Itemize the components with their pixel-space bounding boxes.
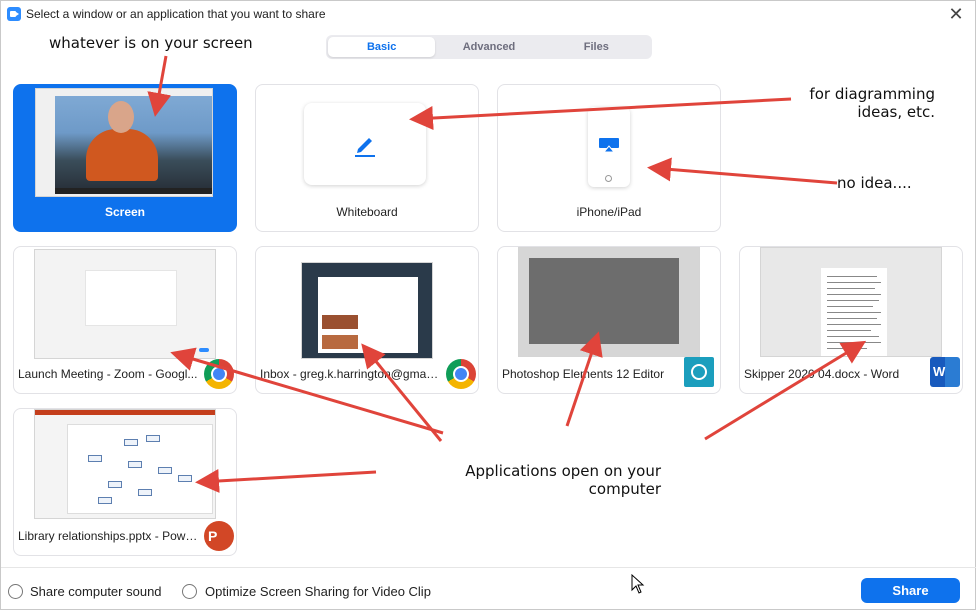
share-screen-dialog: Select a window or an application that y…	[0, 0, 976, 610]
chrome-icon	[446, 359, 476, 389]
tile-label-app: Library relationships.pptx - Powe...	[18, 529, 198, 543]
tab-basic[interactable]: Basic	[328, 37, 436, 57]
tile-label-app: Skipper 2020 04.docx - Word	[744, 367, 900, 381]
tile-app-zoom-chrome[interactable]: Launch Meeting - Zoom - Googl...	[13, 246, 237, 394]
app-thumbnail	[34, 249, 216, 359]
launch-page-card	[85, 270, 177, 326]
share-button[interactable]: Share	[861, 578, 960, 603]
annotation-iphone: no idea....	[837, 174, 912, 192]
annotation-whiteboard-line2: ideas, etc.	[857, 103, 935, 121]
video-control-bar	[55, 188, 212, 194]
chrome-icon	[204, 359, 234, 389]
launch-button-preview	[199, 348, 209, 352]
ribbon-preview	[35, 410, 215, 415]
close-button[interactable]: ✕	[945, 3, 967, 25]
tile-label-iphone: iPhone/iPad	[576, 205, 642, 219]
annotation-whiteboard-line1: for diagramming	[809, 85, 935, 103]
photoshop-canvas-preview	[529, 258, 679, 344]
phone-graphic	[588, 107, 630, 187]
app-thumbnail	[301, 262, 433, 359]
app-thumbnail	[518, 247, 700, 357]
tab-advanced[interactable]: Advanced	[435, 37, 542, 57]
tile-app-gmail-chrome[interactable]: Inbox - greg.k.harrington@gmail....	[255, 246, 479, 394]
zoom-app-icon	[7, 7, 21, 21]
email-image-preview	[322, 335, 358, 349]
tile-label-app: Photoshop Elements 12 Editor	[502, 367, 665, 381]
optimize-video-checkbox[interactable]	[182, 584, 197, 599]
powerpoint-icon: P	[204, 521, 234, 551]
mouse-cursor-icon	[631, 574, 645, 594]
optimize-video-label[interactable]: Optimize Screen Sharing for Video Clip	[205, 584, 431, 599]
share-tabs: Basic Advanced Files	[326, 35, 652, 59]
airplay-icon	[599, 138, 619, 153]
person-head	[108, 101, 134, 133]
tile-app-word[interactable]: Skipper 2020 04.docx - Word W	[739, 246, 963, 394]
tile-app-photoshop[interactable]: Photoshop Elements 12 Editor	[497, 246, 721, 394]
app-thumbnail	[760, 247, 942, 357]
annotation-screen: whatever is on your screen	[49, 34, 253, 52]
annotation-apps-line1: Applications open on your	[465, 462, 661, 480]
app-thumbnail	[34, 409, 216, 519]
tile-iphone-ipad[interactable]: iPhone/iPad	[497, 84, 721, 232]
slide-preview	[67, 424, 213, 514]
tile-screen[interactable]: Screen	[13, 84, 237, 232]
email-image-preview	[322, 315, 358, 329]
tile-label-app: Launch Meeting - Zoom - Googl...	[18, 367, 198, 381]
pencil-icon	[355, 138, 375, 157]
window-title: Select a window or an application that y…	[26, 7, 326, 21]
tile-label-app: Inbox - greg.k.harrington@gmail....	[260, 367, 440, 381]
tile-label-screen: Screen	[104, 205, 146, 219]
tile-app-powerpoint[interactable]: Library relationships.pptx - Powe... P	[13, 408, 237, 556]
share-sound-label[interactable]: Share computer sound	[30, 584, 162, 599]
word-icon: W	[930, 357, 960, 387]
title-bar: Select a window or an application that y…	[1, 1, 976, 29]
photoshop-elements-icon	[684, 357, 714, 387]
annotation-apps-line2: computer	[588, 480, 661, 498]
tile-label-whiteboard: Whiteboard	[336, 205, 398, 219]
document-page-preview	[821, 268, 887, 356]
tile-whiteboard[interactable]: Whiteboard	[255, 84, 479, 232]
whiteboard-card	[304, 103, 426, 185]
screen-thumbnail	[35, 88, 213, 197]
dialog-footer: Share computer sound Optimize Screen Sha…	[1, 567, 976, 610]
tab-files[interactable]: Files	[543, 37, 650, 57]
share-sound-checkbox[interactable]	[8, 584, 23, 599]
home-button	[605, 175, 612, 182]
person-figure	[86, 129, 158, 181]
